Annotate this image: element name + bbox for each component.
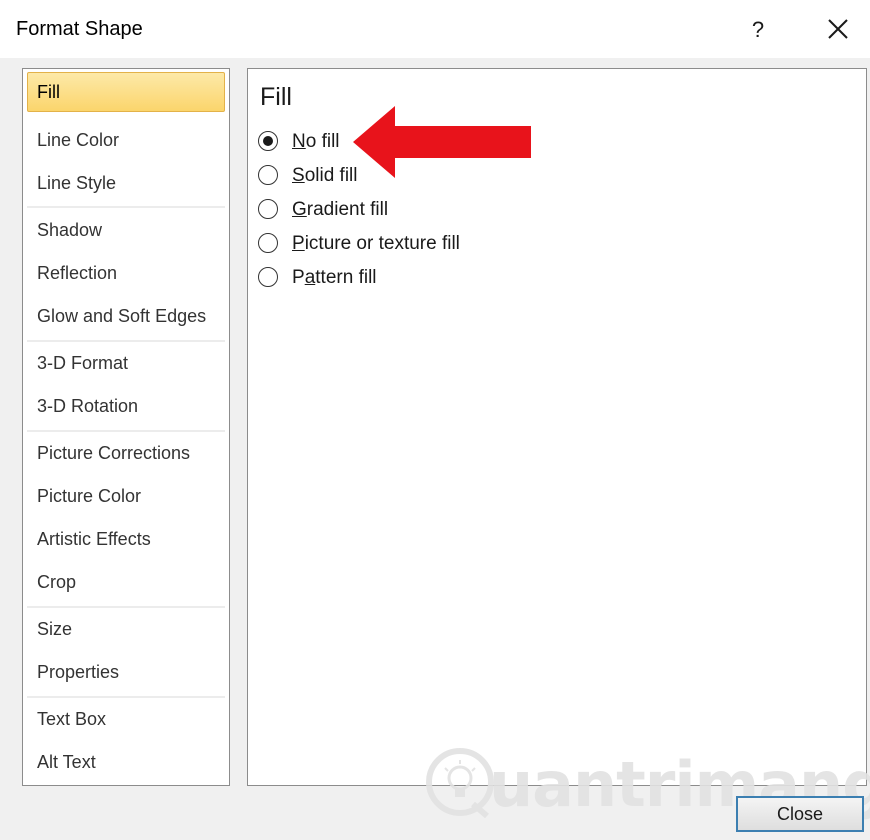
nav-item-alt-text[interactable]: Alt Text [27, 742, 225, 782]
nav-item-size[interactable]: Size [27, 609, 225, 649]
nav-item-3d-rotation[interactable]: 3-D Rotation [27, 386, 225, 426]
nav-item-properties[interactable]: Properties [27, 652, 225, 692]
close-window-button[interactable] [818, 12, 858, 48]
nav-item-3d-format[interactable]: 3-D Format [27, 343, 225, 383]
nav-separator [27, 340, 225, 342]
nav-separator [27, 430, 225, 432]
format-shape-dialog: Format Shape ? Fill Line Color Line Styl… [0, 0, 870, 840]
dialog-title: Format Shape [16, 18, 143, 40]
panel-heading: Fill [260, 83, 292, 111]
radio-label: Solid fill [292, 165, 358, 186]
nav-item-fill[interactable]: Fill [27, 72, 225, 112]
radio-label: No fill [292, 131, 340, 152]
radio-button[interactable] [258, 233, 278, 253]
nav-item-crop[interactable]: Crop [27, 562, 225, 602]
radio-label: Picture or texture fill [292, 233, 460, 254]
nav-item-artistic-effects[interactable]: Artistic Effects [27, 519, 225, 559]
lightbulb-logo-icon [426, 748, 494, 818]
fill-panel: Fill No fill Solid fill Gradient fill Pi… [247, 68, 867, 786]
nav-separator [27, 696, 225, 698]
nav-separator [27, 606, 225, 608]
nav-item-line-color[interactable]: Line Color [27, 120, 225, 160]
nav-separator [27, 206, 225, 208]
nav-item-shadow[interactable]: Shadow [27, 210, 225, 250]
nav-item-picture-corrections[interactable]: Picture Corrections [27, 433, 225, 473]
radio-button[interactable] [258, 267, 278, 287]
arrow-shape [353, 106, 531, 178]
nav-item-reflection[interactable]: Reflection [27, 253, 225, 293]
title-bar: Format Shape ? [0, 0, 870, 58]
nav-item-line-style[interactable]: Line Style [27, 163, 225, 203]
nav-item-glow-soft-edges[interactable]: Glow and Soft Edges [27, 296, 225, 336]
radio-label: Pattern fill [292, 267, 377, 288]
radio-button[interactable] [258, 199, 278, 219]
radio-button[interactable] [258, 165, 278, 185]
radio-label: Gradient fill [292, 199, 389, 220]
close-icon [828, 19, 848, 39]
category-list: Fill Line Color Line Style Shadow Reflec… [22, 68, 230, 786]
radio-button-checked[interactable] [258, 131, 278, 151]
red-arrow-annotation [353, 106, 531, 178]
nav-item-picture-color[interactable]: Picture Color [27, 476, 225, 516]
nav-item-text-box[interactable]: Text Box [27, 699, 225, 739]
close-button[interactable]: Close [736, 796, 864, 832]
help-button[interactable]: ? [738, 12, 778, 48]
